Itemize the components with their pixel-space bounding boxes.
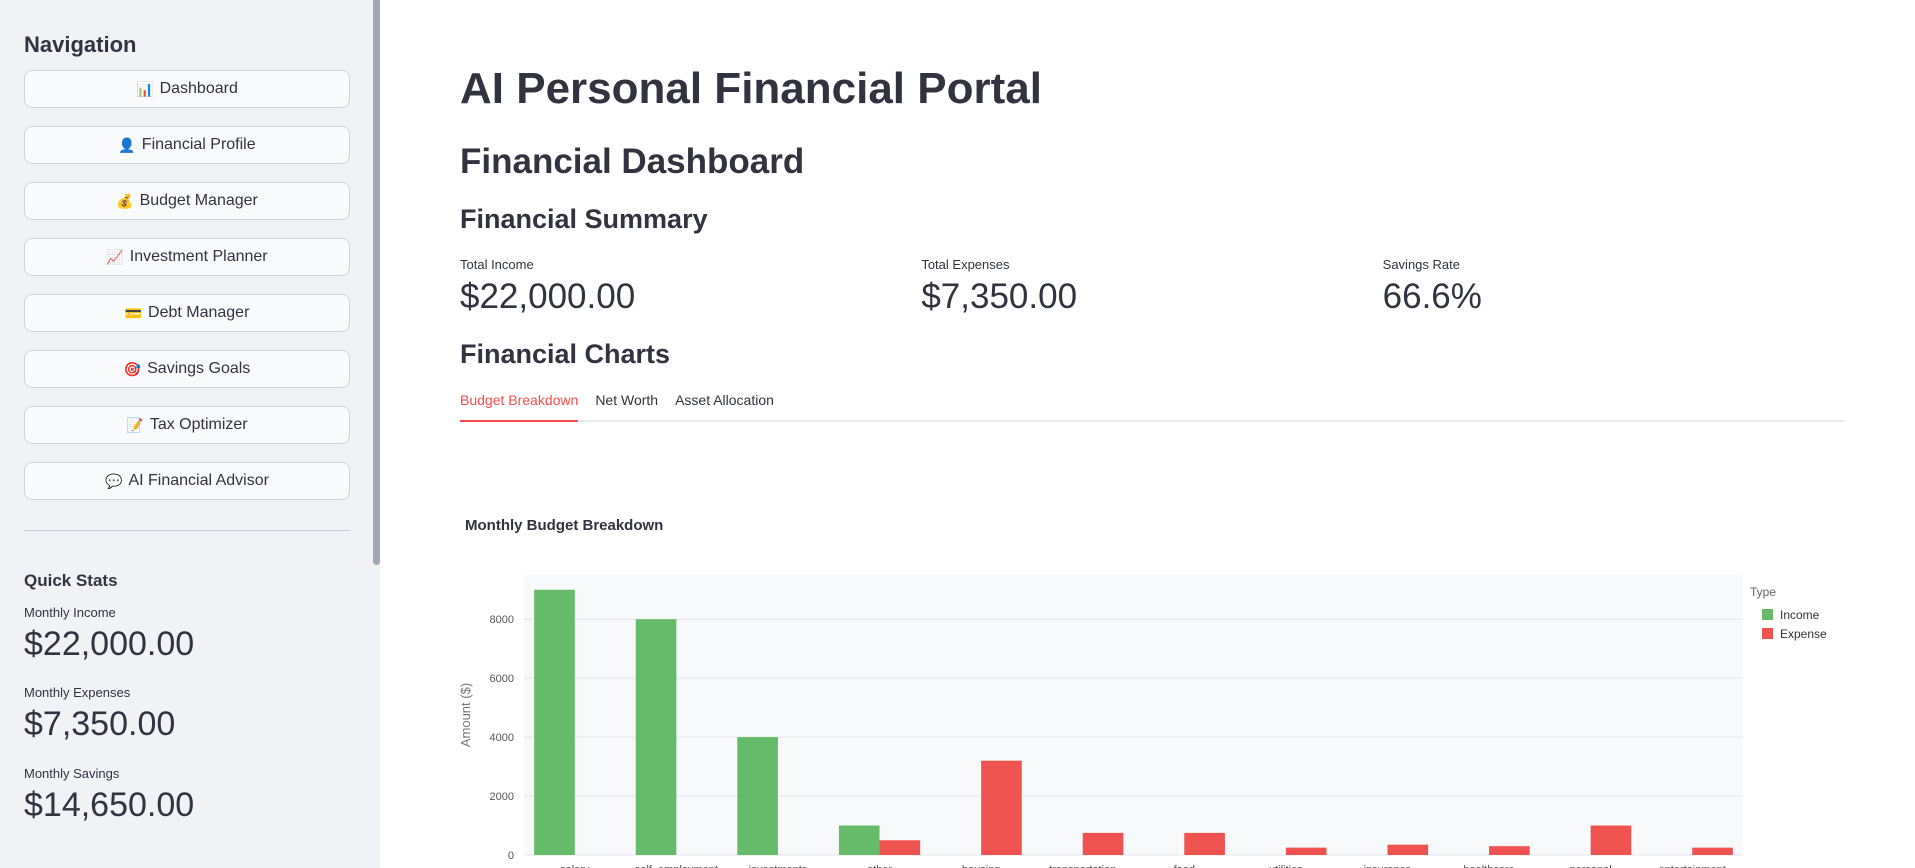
target-icon: 🎯 — [123, 360, 142, 377]
nav-button-label: Tax Optimizer — [149, 416, 248, 433]
summary-heading: Financial Summary — [460, 204, 708, 234]
metric-value: $22,000.00 — [460, 277, 636, 316]
plot-background — [524, 575, 1743, 855]
nav-button-dashboard[interactable]: 📊 Dashboard — [24, 70, 350, 108]
nav-button-tax-optimizer[interactable]: 📝 Tax Optimizer — [24, 406, 350, 444]
budget-bar-chart[interactable]: 0 2000 4000 6000 8000 Amount ($) salary self_em… — [460, 505, 1844, 868]
x-tick-label: other — [867, 864, 892, 868]
page-title: AI Personal Financial Portal — [460, 64, 1042, 113]
main-content: AI Personal Financial Portal Financial D… — [460, 0, 1844, 422]
sidebar-title: Navigation — [24, 32, 137, 57]
x-tick-label: entertainment — [1659, 864, 1726, 868]
tab-budget-breakdown[interactable]: Budget Breakdown — [460, 392, 579, 422]
tab-net-worth[interactable]: Net Worth — [595, 392, 658, 420]
tab-asset-allocation[interactable]: Asset Allocation — [675, 392, 774, 420]
bar-expense-personal — [1590, 825, 1632, 855]
monthly-income-label: Monthly Income — [24, 605, 116, 620]
legend-title: Type — [1750, 585, 1776, 599]
bar-expense-healthcare — [1489, 846, 1530, 855]
monthly-savings-label: Monthly Savings — [24, 765, 120, 781]
trending-up-icon: 📈 — [106, 248, 124, 265]
metric-value: $7,350.00 — [921, 277, 1078, 316]
x-tick-label: utilities — [1269, 864, 1303, 868]
nav-button-budget-manager[interactable]: 💰 Budget Manager — [24, 182, 350, 220]
sidebar-divider — [24, 530, 350, 531]
x-tick-label: housing — [962, 864, 1001, 868]
nav-button-financial-profile[interactable]: 👤 Financial Profile — [24, 126, 350, 164]
metric-total-expenses: Total Expenses $7,350.00 — [921, 257, 1382, 317]
bar-income-other — [838, 825, 880, 855]
memo-icon: 📝 — [126, 416, 144, 433]
y-axis-label: Amount ($) — [460, 683, 473, 747]
bar-income-salary — [534, 589, 575, 855]
bar-expense-transportation — [1082, 832, 1124, 855]
nav-button-ai-financial-advisor[interactable]: 💬 AI Financial Advisor — [24, 462, 350, 500]
nav-button-label: Dashboard — [159, 80, 238, 97]
bar-expense-utilities — [1285, 847, 1327, 855]
metric-label: Total Income — [460, 257, 534, 272]
x-tick-label: self_employment — [635, 864, 718, 868]
nav-button-label: AI Financial Advisor — [128, 472, 269, 489]
metric-value: 66.6% — [1382, 277, 1482, 316]
y-tick-label: 6000 — [490, 673, 514, 685]
nav-button-label: Savings Goals — [147, 360, 251, 377]
quick-stats-title: Quick Stats — [24, 571, 118, 590]
y-tick-label: 2000 — [490, 791, 514, 803]
metric-total-income: Total Income $22,000.00 — [460, 257, 921, 317]
bar-income-self-employment — [635, 619, 677, 855]
sidebar-scrollbar[interactable] — [373, 0, 380, 565]
x-tick-label: healthcare — [1463, 864, 1514, 868]
metric-savings-rate: Savings Rate 66.6% — [1383, 257, 1844, 317]
budget-chart-container: Monthly Budget Breakdown 0 2000 4000 6000 80… — [460, 505, 1844, 868]
money-bag-icon: 💰 — [116, 192, 134, 209]
metric-label: Total Expenses — [921, 257, 1010, 272]
bar-expense-food — [1184, 832, 1225, 855]
credit-card-icon: 💳 — [124, 304, 143, 321]
monthly-expenses-label: Monthly Expenses — [24, 685, 131, 701]
chart-tabs: Budget Breakdown Net Worth Asset Allocat… — [460, 392, 1844, 422]
bar-expense-housing — [981, 760, 1022, 855]
nav-button-investment-planner[interactable]: 📈 Investment Planner — [24, 238, 350, 276]
x-tick-label: investments — [749, 864, 808, 868]
nav-button-savings-goals[interactable]: 🎯 Savings Goals — [24, 350, 350, 388]
bar-expense-insurance — [1387, 844, 1429, 855]
bar-expense-entertainment — [1692, 847, 1733, 855]
bar-chart-icon: 📊 — [136, 80, 154, 97]
y-tick-label: 8000 — [490, 614, 514, 626]
metrics-row: Total Income $22,000.00 Total Expenses $… — [460, 257, 1844, 317]
x-tick-label: transportation — [1049, 864, 1116, 868]
x-tick-label: salary — [560, 864, 590, 868]
speech-bubble-icon: 💬 — [105, 472, 123, 489]
y-tick-label: 0 — [508, 850, 514, 862]
bar-expense-other — [879, 840, 921, 855]
legend-label-income: Income — [1780, 608, 1820, 622]
nav-button-label: Budget Manager — [139, 192, 258, 209]
sidebar: Navigation 📊 Dashboard 👤 Financial Profi… — [0, 0, 380, 868]
legend-swatch-income — [1762, 609, 1773, 620]
monthly-income-value: $22,000.00 — [24, 625, 195, 663]
nav-button-debt-manager[interactable]: 💳 Debt Manager — [24, 294, 350, 332]
x-tick-label: personal — [1570, 864, 1612, 868]
monthly-expenses-value: $7,350.00 — [24, 705, 176, 744]
nav-button-label: Debt Manager — [148, 304, 250, 321]
user-icon: 👤 — [118, 136, 136, 153]
charts-heading: Financial Charts — [460, 338, 671, 369]
nav-button-label: Investment Planner — [129, 248, 268, 265]
monthly-savings-value: $14,650.00 — [24, 785, 195, 824]
x-tick-label: insurance — [1364, 864, 1412, 868]
legend-label-expense: Expense — [1780, 627, 1827, 641]
legend-swatch-expense — [1762, 628, 1773, 639]
x-tick-label: food — [1174, 864, 1195, 868]
page-subtitle: Financial Dashboard — [460, 142, 805, 181]
nav-button-label: Financial Profile — [141, 136, 256, 153]
metric-label: Savings Rate — [1382, 257, 1460, 272]
y-tick-label: 4000 — [490, 732, 514, 744]
bar-income-investments — [737, 737, 778, 855]
